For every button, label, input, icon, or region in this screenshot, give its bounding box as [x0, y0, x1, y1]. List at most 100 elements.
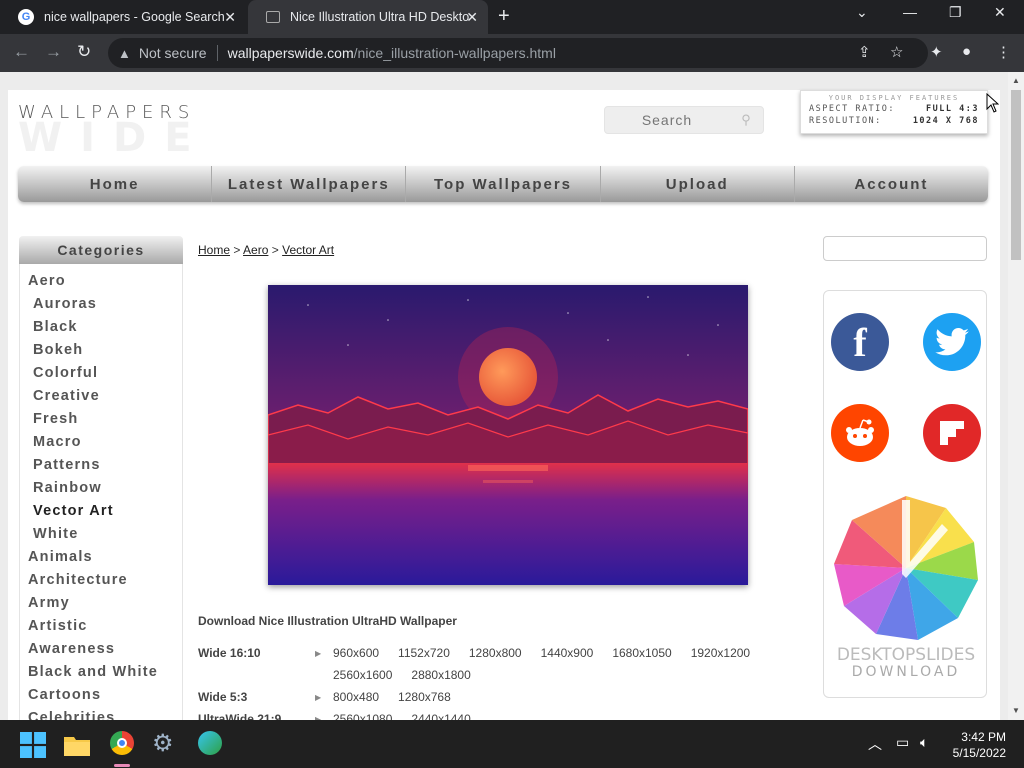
- network-icon[interactable]: ▭: [896, 734, 909, 751]
- edge-icon[interactable]: [198, 731, 222, 755]
- category-item[interactable]: Awareness: [20, 638, 182, 661]
- file-explorer-icon[interactable]: [64, 732, 90, 758]
- resolution-group-label: UltraWide 21:9: [198, 712, 282, 720]
- facebook-icon[interactable]: f: [831, 313, 889, 371]
- resolution-link[interactable]: 960x600: [333, 642, 379, 664]
- chrome-icon[interactable]: [110, 731, 134, 755]
- new-tab-icon[interactable]: +: [498, 5, 510, 28]
- volume-icon[interactable]: 🔈︎: [920, 734, 928, 751]
- profile-icon[interactable]: ●: [962, 43, 971, 60]
- reload-icon[interactable]: ↻: [77, 42, 91, 62]
- breadcrumb-vector-art[interactable]: Vector Art: [282, 243, 334, 257]
- extensions-icon[interactable]: ✦: [930, 43, 943, 61]
- url-path: /nice_illustration-wallpapers.html: [353, 45, 556, 61]
- search-icon[interactable]: ⚲: [729, 112, 763, 128]
- category-item[interactable]: Army: [20, 592, 182, 615]
- category-item[interactable]: Animals: [20, 546, 182, 569]
- nav-latest-wallpapers[interactable]: Latest Wallpapers: [212, 166, 407, 202]
- resolution-link[interactable]: 2440x1440: [411, 708, 470, 720]
- page-viewport: WALLPAPERS WIDE ⚲ YOUR DISPLAY FEATURES …: [0, 72, 1008, 720]
- scrollbar-thumb[interactable]: [1011, 90, 1021, 260]
- share-icon[interactable]: ⇪: [858, 43, 871, 61]
- tab-wallpaperswide[interactable]: Nice Illustration Ultra HD Deskto ✕: [248, 0, 488, 34]
- resolution-link[interactable]: 800x480: [333, 686, 379, 708]
- site-logo[interactable]: WALLPAPERS WIDE: [18, 102, 278, 158]
- scroll-down-icon[interactable]: ▼: [1012, 706, 1020, 715]
- category-item[interactable]: Fresh: [20, 408, 182, 431]
- category-item[interactable]: Architecture: [20, 569, 182, 592]
- security-label[interactable]: Not secure: [139, 45, 207, 61]
- close-tab-icon[interactable]: ✕: [466, 9, 478, 26]
- nav-upload[interactable]: Upload: [601, 166, 795, 202]
- resolution-link[interactable]: 1920x1200: [691, 642, 750, 664]
- page-scrollbar[interactable]: ▲ ▼: [1008, 72, 1024, 720]
- breadcrumb-separator: >: [271, 243, 279, 257]
- resolution-link[interactable]: 1280x768: [398, 686, 451, 708]
- category-item[interactable]: Macro: [20, 431, 182, 454]
- resolution-link[interactable]: 1680x1050: [612, 642, 671, 664]
- desktopslides-label[interactable]: DESKTOPSLIDES DOWNLOAD: [832, 647, 980, 681]
- tab-title: Nice Illustration Ultra HD Deskto: [290, 10, 470, 24]
- resolution-link[interactable]: 1280x800: [469, 642, 522, 664]
- nav-top-wallpapers[interactable]: Top Wallpapers: [406, 166, 601, 202]
- resolution-link[interactable]: 2560x1600: [333, 664, 392, 686]
- resolution-link[interactable]: 2560x1080: [333, 708, 392, 720]
- category-item[interactable]: Black and White: [20, 661, 182, 684]
- system-clock[interactable]: 3:42 PM 5/15/2022: [953, 729, 1006, 761]
- windows-start-icon[interactable]: [20, 732, 46, 758]
- twitter-icon[interactable]: [923, 313, 981, 371]
- category-item[interactable]: Aero: [20, 270, 182, 293]
- category-item[interactable]: Celebrities: [20, 707, 182, 720]
- category-item[interactable]: Artistic: [20, 615, 182, 638]
- browser-toolbar: ← → ↻ ▲ Not secure wallpaperswide.com/ni…: [0, 34, 1024, 72]
- category-item[interactable]: Patterns: [20, 454, 182, 477]
- category-item[interactable]: Creative: [20, 385, 182, 408]
- warning-icon[interactable]: ▲: [118, 46, 131, 61]
- clock-time: 3:42 PM: [961, 730, 1006, 744]
- category-item[interactable]: Colorful: [20, 362, 182, 385]
- page-content: WALLPAPERS WIDE ⚲ YOUR DISPLAY FEATURES …: [8, 90, 1000, 720]
- close-tab-icon[interactable]: ✕: [224, 9, 236, 26]
- category-item[interactable]: Vector Art: [20, 500, 182, 523]
- breadcrumb-home[interactable]: Home: [198, 243, 230, 257]
- flipboard-icon[interactable]: [923, 404, 981, 462]
- scroll-up-icon[interactable]: ▲: [1012, 76, 1020, 85]
- menu-icon[interactable]: ⋮: [996, 43, 1011, 61]
- settings-gear-icon[interactable]: ⚙: [152, 729, 174, 758]
- desktopslides-text: DESKTOPSLIDES: [836, 645, 976, 665]
- category-item[interactable]: Bokeh: [20, 339, 182, 362]
- restore-icon[interactable]: ❐: [949, 4, 962, 21]
- category-item[interactable]: Rainbow: [20, 477, 182, 500]
- category-item[interactable]: Auroras: [20, 293, 182, 316]
- resolution-value: 1024 X 768: [912, 116, 979, 126]
- minimize-icon[interactable]: —: [903, 4, 917, 20]
- category-item[interactable]: White: [20, 523, 182, 546]
- tab-google-search[interactable]: G nice wallpapers - Google Search ✕: [0, 0, 246, 34]
- clock-date: 5/15/2022: [952, 746, 1006, 760]
- close-window-icon[interactable]: ✕: [994, 4, 1006, 21]
- divider: [216, 45, 218, 61]
- tab-search-chevron-icon[interactable]: ⌄: [856, 4, 868, 21]
- resolution-link[interactable]: 1152x720: [398, 642, 450, 664]
- reddit-icon[interactable]: [831, 404, 889, 462]
- nav-account[interactable]: Account: [795, 166, 988, 202]
- breadcrumb-aero[interactable]: Aero: [243, 243, 268, 257]
- display-header: YOUR DISPLAY FEATURES: [828, 94, 960, 102]
- address-bar[interactable]: ▲ Not secure wallpaperswide.com/nice_ill…: [108, 38, 928, 68]
- bookmark-star-icon[interactable]: ☆: [890, 43, 903, 61]
- search-input[interactable]: [605, 112, 729, 128]
- show-hidden-icons-chevron-icon[interactable]: ︿: [868, 734, 882, 754]
- aspect-label: ASPECT RATIO:: [809, 104, 896, 114]
- nav-home[interactable]: Home: [18, 166, 213, 202]
- right-search-box[interactable]: [823, 236, 987, 261]
- forward-icon[interactable]: →: [45, 42, 62, 62]
- resolution-link[interactable]: 2880x1800: [411, 664, 470, 686]
- category-item[interactable]: Cartoons: [20, 684, 182, 707]
- desktopslides-logo-icon[interactable]: [830, 495, 982, 641]
- resolution-link[interactable]: 1440x900: [541, 642, 594, 664]
- category-item[interactable]: Black: [20, 316, 182, 339]
- wallpaper-preview-image[interactable]: [268, 285, 748, 585]
- mouse-cursor-icon: [986, 93, 999, 113]
- category-list: Aero Auroras Black Bokeh Colorful Creative Fre…: [20, 264, 182, 720]
- back-icon[interactable]: ←: [13, 42, 30, 62]
